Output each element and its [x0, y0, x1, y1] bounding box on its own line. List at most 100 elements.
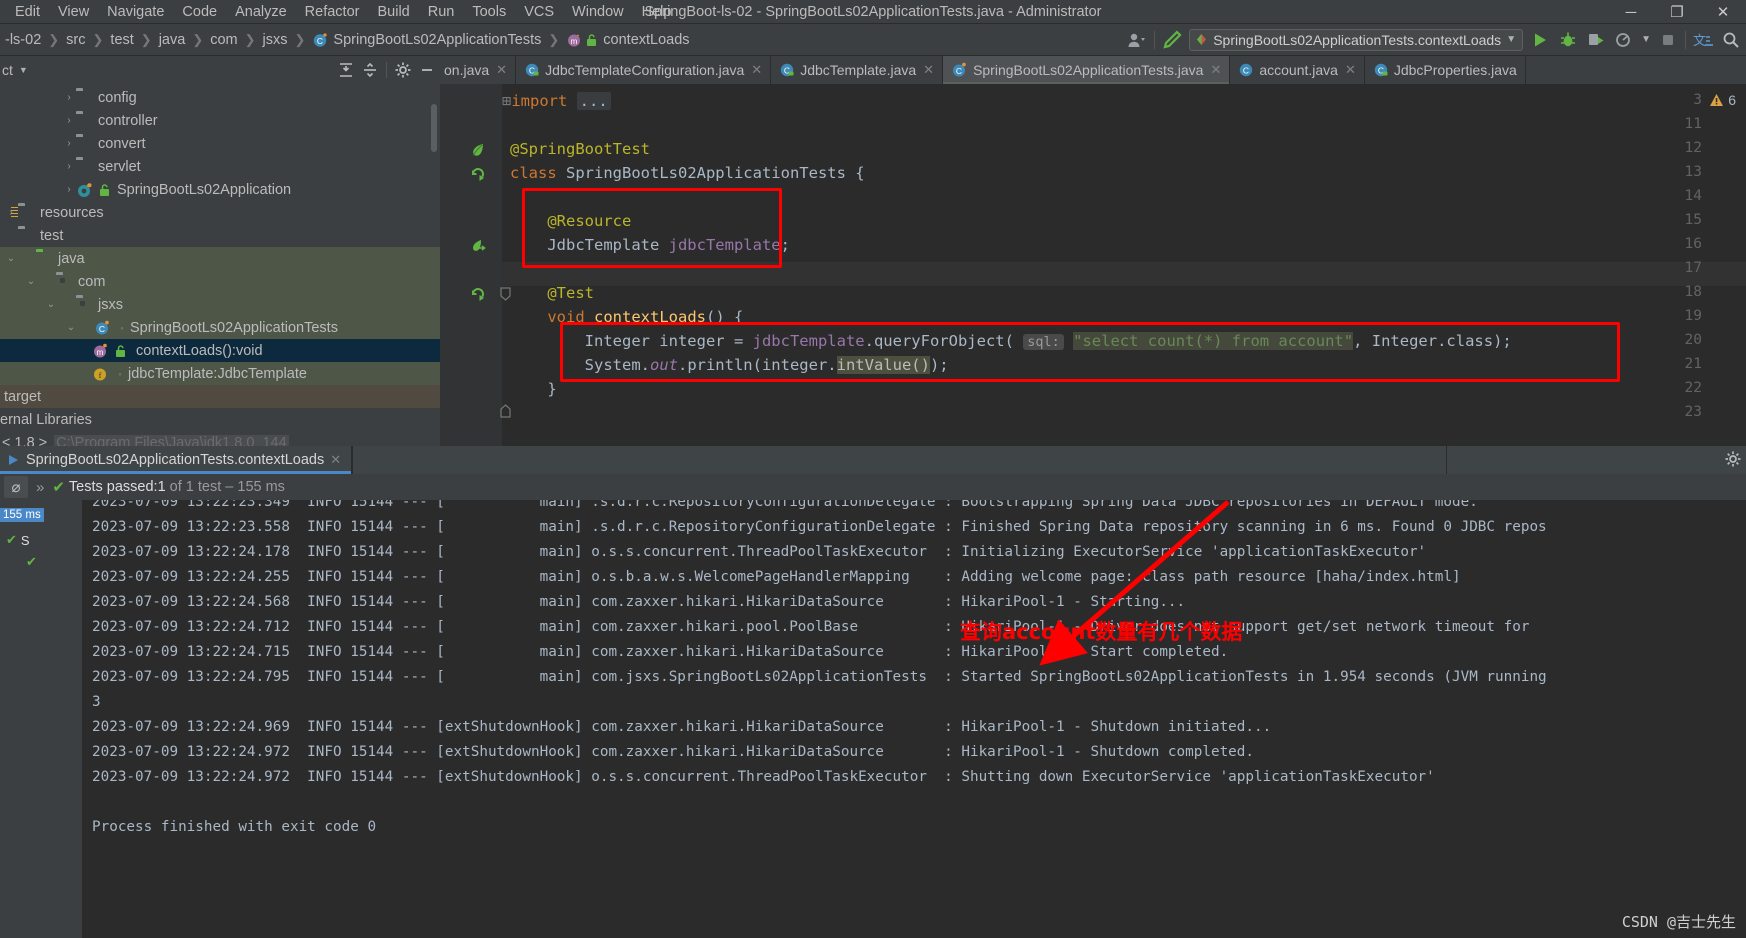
chevron-right-icon[interactable]: › — [62, 138, 76, 149]
expand-chevron-icon[interactable]: » — [36, 479, 44, 496]
profiler-icon[interactable] — [1613, 29, 1635, 51]
project-panel-title[interactable]: ct — [2, 62, 13, 78]
breadcrumb-method[interactable]: m contextLoads — [563, 31, 692, 49]
menu-edit[interactable]: Edit — [6, 2, 49, 22]
run-test-icon[interactable] — [470, 166, 486, 182]
expand-all-icon[interactable] — [359, 59, 381, 81]
breadcrumb-jsxs[interactable]: jsxs — [260, 31, 291, 49]
run-tab-contextloads[interactable]: SpringBootLs02ApplicationTests.contextLo… — [0, 446, 353, 474]
close-icon[interactable]: ✕ — [1210, 62, 1221, 78]
console-line: 2023-07-09 13:22:24.715 INFO 15144 --- [… — [92, 644, 1229, 660]
tree-item-springbootls02application[interactable]: › SpringBootLs02Application — [0, 178, 440, 201]
close-icon[interactable]: ✕ — [1345, 62, 1356, 78]
tree-item-convert[interactable]: › convert — [0, 132, 440, 155]
chevron-right-icon[interactable]: › — [62, 92, 76, 103]
close-button[interactable]: ✕ — [1700, 0, 1746, 24]
tree-item-target[interactable]: target — [0, 385, 440, 408]
user-avatar-icon[interactable] — [1126, 29, 1148, 51]
tree-item-test[interactable]: test — [0, 224, 440, 247]
chevron-down-icon[interactable]: ⌄ — [44, 299, 58, 310]
settings-gear-icon[interactable] — [392, 59, 414, 81]
console-output[interactable]: 2023-07-09 13:22:23.349 INFO 15144 --- [… — [82, 500, 1746, 938]
hammer-build-icon[interactable] — [1161, 29, 1183, 51]
chevron-down-icon[interactable]: ⌄ — [24, 276, 38, 287]
tree-item-jdbctemplate-field[interactable]: f ◦ jdbcTemplate:JdbcTemplate — [0, 362, 440, 385]
menu-tools[interactable]: Tools — [463, 2, 515, 22]
chevron-down-icon[interactable]: ▼ — [19, 65, 28, 75]
tree-item-config[interactable]: › config — [0, 86, 440, 109]
menu-code[interactable]: Code — [173, 2, 226, 22]
spring-leaf-icon[interactable] — [470, 142, 486, 158]
search-everywhere-icon[interactable]: 文 — [1692, 29, 1714, 51]
menu-build[interactable]: Build — [368, 2, 418, 22]
hide-panel-icon[interactable] — [416, 59, 438, 81]
chevron-right-icon[interactable]: › — [62, 115, 76, 126]
magnifier-icon[interactable] — [1720, 29, 1742, 51]
run-icon[interactable] — [1529, 29, 1551, 51]
breadcrumb-src[interactable]: src — [63, 31, 88, 49]
chevron-down-icon[interactable]: ⌄ — [4, 253, 18, 264]
menu-navigate[interactable]: Navigate — [98, 2, 173, 22]
breadcrumb-test[interactable]: test — [107, 31, 136, 49]
run-configuration-selector[interactable]: SpringBootLs02ApplicationTests.contextLo… — [1189, 28, 1524, 51]
menu-run[interactable]: Run — [419, 2, 464, 22]
tree-item-resources[interactable]: › resources — [0, 201, 440, 224]
test-tree-child[interactable]: ✔ — [26, 554, 41, 570]
editor-tab-on-java[interactable]: on.java ✕ — [440, 56, 517, 84]
profiler-dropdown-icon[interactable]: ▼ — [1641, 34, 1651, 45]
stop-icon[interactable] — [1657, 29, 1679, 51]
annotation-callout-text: 查询account数量有几个数据 — [960, 620, 1243, 644]
menu-analyze[interactable]: Analyze — [226, 2, 296, 22]
editor-tab-springbootls02applicationtests[interactable]: C SpringBootLs02ApplicationTests.java ✕ — [943, 56, 1231, 84]
tree-item-springbootls02applicationtests[interactable]: ⌄ C ◦ SpringBootLs02ApplicationTests — [0, 316, 440, 339]
project-scrollbar-thumb[interactable] — [431, 104, 437, 152]
test-tree-root-label: S — [20, 532, 30, 548]
tree-item-servlet[interactable]: › servlet — [0, 155, 440, 178]
chevron-down-icon[interactable]: ▼ — [1506, 34, 1516, 45]
breadcrumb-project[interactable]: -ls-02 — [2, 31, 44, 49]
editor-tab-jdbctemplateconfiguration[interactable]: C JdbcTemplateConfiguration.java ✕ — [516, 56, 772, 84]
close-icon[interactable]: ✕ — [330, 452, 341, 468]
close-icon[interactable]: ✕ — [923, 62, 934, 78]
bean-icon[interactable] — [470, 238, 486, 254]
project-tree[interactable]: › config › controller › convert › servle… — [0, 84, 440, 446]
mute-breakpoints-icon[interactable]: ⌀ — [4, 476, 28, 498]
editor-tab-account[interactable]: C account.java ✕ — [1230, 56, 1365, 84]
breadcrumb-com[interactable]: com — [207, 31, 240, 49]
chevron-right-icon[interactable]: › — [62, 161, 76, 172]
close-icon[interactable]: ✕ — [751, 62, 762, 78]
tree-item-jsxs[interactable]: ⌄ jsxs — [0, 293, 440, 316]
menu-refactor[interactable]: Refactor — [296, 2, 369, 22]
menu-window[interactable]: Window — [563, 2, 633, 22]
maximize-button[interactable]: ❐ — [1654, 0, 1700, 24]
editor-tab-jdbctemplate[interactable]: C JdbcTemplate.java ✕ — [771, 56, 944, 84]
menu-help[interactable]: Help — [633, 2, 681, 22]
code-editor[interactable]: 3 11 12 13 14 15 16 17 18 19 20 21 22 23 — [440, 84, 1746, 446]
code-text[interactable]: ⊞import ... @SpringBootTest class Spring… — [502, 84, 1746, 446]
chevron-down-icon[interactable]: ⌄ — [64, 322, 78, 333]
menu-vcs[interactable]: VCS — [515, 2, 563, 22]
tree-item-com[interactable]: ⌄ com — [0, 270, 440, 293]
tree-item-java[interactable]: ⌄ java — [0, 247, 440, 270]
breadcrumb-class[interactable]: C SpringBootLs02ApplicationTests — [309, 31, 544, 49]
collapse-all-icon[interactable] — [335, 59, 357, 81]
tree-item-jdk[interactable]: < 1.8 > C:\Program Files\Java\jdk1.8.0_1… — [0, 431, 440, 446]
chevron-right-icon[interactable]: › — [62, 184, 76, 195]
tree-item-controller[interactable]: › controller — [0, 109, 440, 132]
menu-view[interactable]: View — [49, 2, 98, 22]
close-icon[interactable]: ✕ — [496, 62, 507, 78]
test-results-tree[interactable]: 155 ms ✔ S ✔ — [0, 500, 82, 938]
tree-item-external-libraries[interactable]: ernal Libraries — [0, 408, 440, 431]
settings-gear-icon[interactable] — [1724, 450, 1742, 473]
run-coverage-icon[interactable] — [1585, 29, 1607, 51]
editor-tab-jdbcproperties[interactable]: C JdbcProperties.java — [1365, 56, 1526, 84]
inspection-status[interactable]: 6 — [1709, 92, 1736, 108]
console-line: 2023-07-09 13:22:24.972 INFO 15144 --- [… — [92, 744, 1255, 760]
tree-item-contextloads[interactable]: m contextLoads():void — [0, 339, 440, 362]
test-tree-root[interactable]: ✔ S — [6, 532, 30, 548]
breadcrumb-java[interactable]: java — [156, 31, 189, 49]
debug-icon[interactable] — [1557, 29, 1579, 51]
minimize-button[interactable]: ─ — [1608, 0, 1654, 24]
run-test-icon[interactable] — [470, 286, 486, 302]
editor-gutter[interactable] — [440, 84, 502, 446]
